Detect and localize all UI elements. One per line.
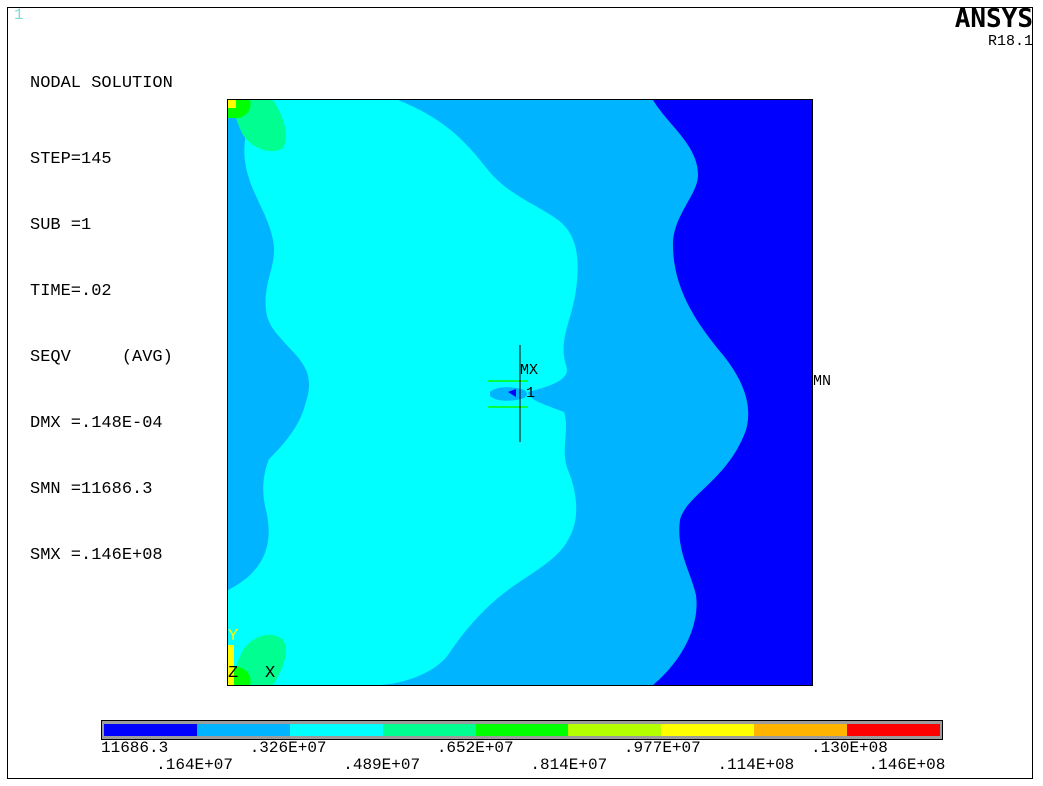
legend-swatch-2 bbox=[196, 724, 290, 736]
legend-swatch-1 bbox=[104, 724, 197, 736]
info-dmx: DMX =.148E-04 bbox=[30, 414, 163, 433]
legend-swatch-6 bbox=[568, 724, 662, 736]
crack-tip-zone bbox=[490, 387, 527, 401]
legend-swatch-8 bbox=[754, 724, 848, 736]
legend-label-top-3: .652E+07 bbox=[436, 739, 514, 757]
ansys-logo: ANSYS R18.1 bbox=[955, 6, 1033, 49]
legend-swatch-4 bbox=[382, 724, 476, 736]
legend-swatch-9 bbox=[847, 724, 941, 736]
legend-color-bar bbox=[101, 720, 943, 740]
info-step: STEP=145 bbox=[30, 150, 112, 169]
legend-swatch-7 bbox=[661, 724, 755, 736]
legend-label-bottom-4: .114E+08 bbox=[717, 756, 795, 774]
logo-release: R18.1 bbox=[987, 33, 1033, 50]
contour-legend bbox=[101, 720, 943, 740]
legend-label-top-2: .326E+07 bbox=[249, 739, 327, 757]
min-marker: MN bbox=[813, 373, 832, 390]
max-marker: MX bbox=[520, 362, 539, 379]
legend-label-bottom-2: .489E+07 bbox=[343, 756, 421, 774]
legend-label-top-4: .977E+07 bbox=[623, 739, 701, 757]
triad-y-label: Y bbox=[228, 627, 239, 646]
legend-swatch-3 bbox=[289, 724, 383, 736]
contour-svg bbox=[228, 100, 812, 685]
solution-title: NODAL SOLUTION bbox=[30, 74, 173, 93]
solution-info: NODAL SOLUTION STEP=145 SUB =1 TIME=.02 … bbox=[30, 29, 173, 589]
info-time: TIME=.02 bbox=[30, 282, 112, 301]
corner-max-top bbox=[228, 100, 236, 108]
info-result: SEQV (AVG) bbox=[30, 348, 173, 367]
node-marker: 1 bbox=[526, 385, 536, 402]
triad-z-label: Z bbox=[228, 664, 239, 683]
logo-brand: ANSYS bbox=[954, 4, 1033, 34]
info-sub: SUB =1 bbox=[30, 216, 92, 235]
legend-swatch-5 bbox=[475, 724, 569, 736]
info-smx: SMX =.146E+08 bbox=[30, 546, 163, 565]
info-smn: SMN =11686.3 bbox=[30, 480, 153, 499]
contour-plot[interactable]: MX 1 MN Y Z X bbox=[227, 99, 831, 686]
legend-label-top-5: .130E+08 bbox=[811, 739, 888, 757]
legend-label-bottom-5: .146E+08 bbox=[868, 756, 946, 774]
legend-label-top-1: 11686.3 bbox=[101, 739, 169, 757]
legend-label-bottom-1: .164E+07 bbox=[156, 756, 233, 774]
window-number: 1 bbox=[14, 6, 24, 24]
legend-label-bottom-3: .814E+07 bbox=[530, 756, 608, 774]
triad-x-label: X bbox=[265, 664, 276, 683]
